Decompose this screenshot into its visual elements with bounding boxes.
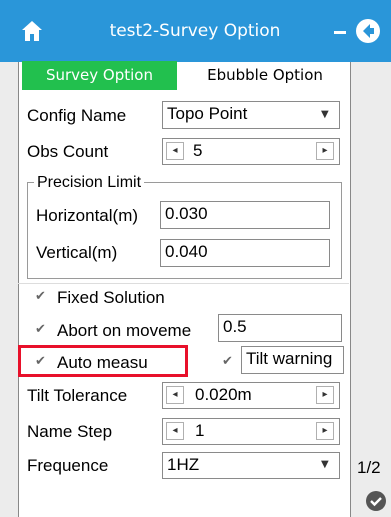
precision-limit-label: Precision Limit (34, 172, 145, 194)
increment-icon[interactable]: ▸ (316, 142, 334, 160)
obs-count-value: 5 (193, 141, 203, 160)
fixed-solution-checkbox[interactable]: ✔ (35, 289, 46, 304)
fixed-solution-label: Fixed Solution (57, 288, 165, 307)
tilt-tolerance-label: Tilt Tolerance (27, 386, 128, 405)
decrement-icon[interactable]: ◂ (166, 386, 184, 404)
horizontal-value: 0.030 (165, 204, 208, 223)
config-name-value: Topo Point (167, 104, 248, 123)
name-step-value: 1 (195, 421, 205, 440)
frequence-select[interactable]: 1HZ (162, 452, 340, 479)
name-step-stepper[interactable]: 1 (162, 418, 340, 445)
abort-movement-value: 0.5 (223, 317, 247, 336)
tilt-warning-label: Tilt warning (246, 349, 333, 368)
name-step-label: Name Step (27, 422, 113, 441)
frequence-value: 1HZ (167, 455, 200, 474)
config-name-label: Config Name (27, 106, 127, 125)
vertical-input[interactable]: 0.040 (160, 239, 330, 267)
tilt-tolerance-stepper[interactable]: 0.020m (162, 382, 340, 409)
horizontal-input[interactable]: 0.030 (160, 201, 330, 229)
decrement-icon[interactable]: ◂ (166, 422, 184, 440)
window-title: test2-Survey Option (109, 21, 281, 41)
vertical-value: 0.040 (165, 242, 208, 261)
abort-movement-input[interactable]: 0.5 (218, 314, 342, 342)
tab-ebubble-option[interactable]: Ebubble Option (190, 61, 340, 90)
chevron-down-icon[interactable]: ▼ (321, 459, 329, 470)
tilt-warning-checkbox[interactable]: ✔ (222, 354, 233, 369)
tilt-tolerance-value: 0.020m (195, 385, 252, 404)
home-icon[interactable] (20, 19, 44, 43)
back-arrow-icon[interactable] (355, 18, 381, 44)
abort-movement-checkbox[interactable]: ✔ (35, 322, 46, 337)
tab-survey-option[interactable]: Survey Option (22, 61, 177, 90)
page-indicator[interactable]: 1/2 (357, 457, 381, 479)
horizontal-label: Horizontal(m) (36, 206, 139, 225)
obs-count-stepper[interactable]: 5 (162, 138, 340, 165)
increment-icon[interactable]: ▸ (316, 422, 334, 440)
highlight-box (18, 345, 188, 377)
obs-count-label: Obs Count (27, 142, 109, 161)
frequence-label: Frequence (27, 456, 109, 475)
divider (18, 283, 349, 284)
abort-movement-label: Abort on moveme (57, 321, 192, 340)
check-circle-icon[interactable] (365, 490, 387, 512)
vertical-label: Vertical(m) (36, 243, 118, 262)
minimize-icon[interactable] (334, 31, 346, 34)
chevron-down-icon[interactable]: ▼ (321, 109, 329, 120)
decrement-icon[interactable]: ◂ (166, 142, 184, 160)
increment-icon[interactable]: ▸ (316, 386, 334, 404)
config-name-select[interactable]: Topo Point (162, 101, 340, 129)
tilt-warning-label-box: Tilt warning (241, 346, 344, 374)
